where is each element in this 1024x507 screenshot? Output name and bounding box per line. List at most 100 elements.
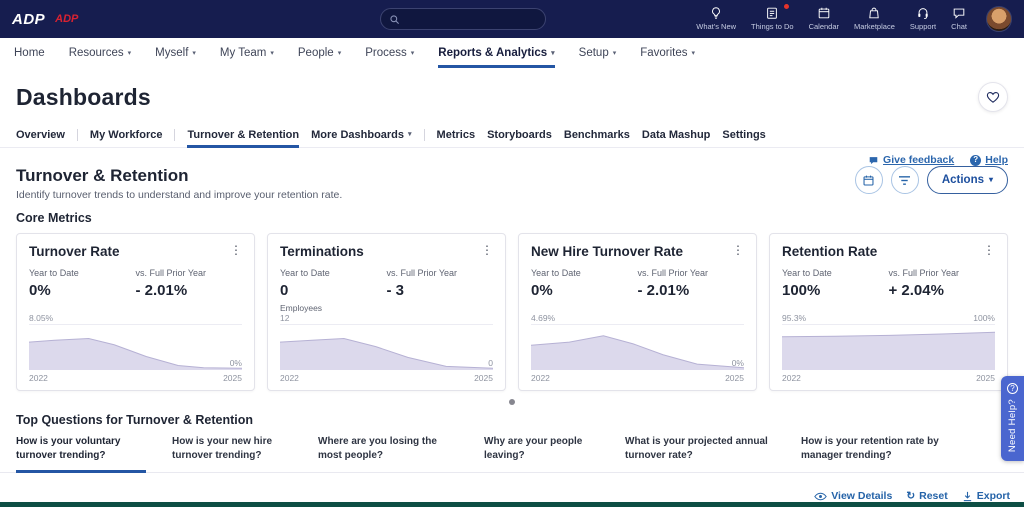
nav-item-myself[interactable]: Myself▾ [155, 38, 196, 68]
tab-metrics[interactable]: Metrics [437, 122, 476, 147]
metric-label: vs. Full Prior Year [387, 268, 494, 278]
metric-value: 0% [29, 282, 136, 299]
main-nav: Home Resources▾ Myself▾ My Team▾ People▾… [0, 38, 1024, 68]
tab-benchmarks[interactable]: Benchmarks [564, 122, 630, 147]
nav-item-favorites[interactable]: Favorites▾ [640, 38, 695, 68]
support-button[interactable]: Support [910, 6, 936, 31]
metric-label: vs. Full Prior Year [136, 268, 243, 278]
tab-more-dashboards[interactable]: More Dashboards▾ [311, 122, 411, 147]
global-search[interactable] [380, 8, 546, 30]
actions-button[interactable]: Actions ▾ [927, 166, 1008, 194]
top-item-label: What's New [696, 22, 736, 31]
chevron-down-icon: ▾ [411, 50, 415, 57]
nav-item-setup[interactable]: Setup▾ [579, 38, 617, 68]
top-item-label: Chat [951, 22, 967, 31]
filter-button[interactable] [891, 166, 919, 194]
question-tab-people-leaving[interactable]: Why are your people leaving? [484, 435, 599, 472]
kebab-menu-icon[interactable]: ⋮ [732, 244, 744, 256]
nav-label: My Team [220, 47, 266, 59]
card-title: Retention Rate [782, 244, 877, 259]
nav-label: Reports & Analytics [438, 47, 547, 59]
need-help-label: Need Help? [1007, 399, 1018, 452]
nav-item-people[interactable]: People ▾ [298, 38, 341, 68]
tab-settings[interactable]: Settings [722, 122, 765, 147]
question-tabs: How is your voluntary turnover trending?… [0, 435, 1024, 473]
kebab-menu-icon[interactable]: ⋮ [481, 244, 493, 256]
tab-storyboards[interactable]: Storyboards [487, 122, 552, 147]
top-item-label: Things to Do [751, 22, 794, 31]
nav-item-my-team[interactable]: My Team▾ [220, 38, 274, 68]
export-link[interactable]: Export [962, 490, 1010, 502]
chart-max-label: 95.3% [782, 313, 806, 323]
trend-area-chart: 0% [531, 324, 744, 370]
section-controls: Actions ▾ [855, 166, 1008, 194]
question-tab-new-hire-turnover[interactable]: How is your new hire turnover trending? [172, 435, 292, 472]
marketplace-button[interactable]: Marketplace [854, 6, 895, 31]
help-link[interactable]: ? Help [970, 154, 1008, 166]
chart-max-label: 12 [280, 313, 289, 323]
question-mark-icon: ? [1007, 383, 1018, 394]
heart-icon [985, 89, 1001, 105]
tab-label: Metrics [437, 129, 476, 141]
question-tab-projected-turnover[interactable]: What is your projected annual turnover r… [625, 435, 775, 472]
calendar-button[interactable]: Calendar [809, 6, 839, 31]
chevron-down-icon: ▾ [613, 50, 617, 57]
tab-separator [174, 129, 175, 141]
carousel-dot[interactable] [509, 399, 515, 405]
page-title: Dashboards [16, 84, 151, 111]
notification-badge [783, 3, 790, 10]
card-title: New Hire Turnover Rate [531, 244, 683, 259]
metric-label: vs. Full Prior Year [889, 268, 996, 278]
metric-value: - 2.01% [638, 282, 745, 299]
chevron-down-icon: ▾ [128, 50, 132, 57]
nav-label: People [298, 47, 334, 59]
tab-label: Storyboards [487, 129, 552, 141]
link-label: View Details [831, 490, 892, 502]
kebab-menu-icon[interactable]: ⋮ [983, 244, 995, 256]
chat-button[interactable]: Chat [951, 6, 967, 31]
metric-value: - 3 [387, 282, 494, 299]
tab-label: Benchmarks [564, 129, 630, 141]
adp-logo: ADP [12, 11, 45, 28]
chevron-down-icon: ▾ [338, 50, 342, 57]
eye-icon [814, 492, 827, 501]
give-feedback-link[interactable]: Give feedback [868, 154, 954, 166]
nav-item-reports-analytics[interactable]: Reports & Analytics ▾ [438, 38, 554, 68]
search-icon [389, 14, 400, 25]
tab-turnover-retention[interactable]: Turnover & Retention [187, 122, 299, 147]
bottom-edge [0, 502, 1024, 507]
chart-unit-label: Employees [280, 303, 493, 313]
tab-label: Turnover & Retention [187, 129, 299, 141]
nav-item-home[interactable]: Home [14, 38, 45, 68]
things-to-do-button[interactable]: Things to Do [751, 6, 794, 31]
chevron-down-icon: ▾ [692, 50, 696, 57]
nav-item-process[interactable]: Process▾ [365, 38, 414, 68]
metric-value: 0% [531, 282, 638, 299]
tab-overview[interactable]: Overview [16, 122, 65, 147]
tab-my-workforce[interactable]: My Workforce [90, 122, 163, 147]
reset-icon: ↻ [906, 490, 915, 502]
date-range-button[interactable] [855, 166, 883, 194]
chevron-down-icon: ▾ [551, 50, 555, 57]
favorite-button[interactable] [978, 82, 1008, 112]
kebab-menu-icon[interactable]: ⋮ [230, 244, 242, 256]
nav-label: Home [14, 47, 45, 59]
question-tab-losing-people[interactable]: Where are you losing the most people? [318, 435, 458, 472]
question-tab-retention-by-manager[interactable]: How is your retention rate by manager tr… [801, 435, 961, 472]
page-header: Dashboards [0, 68, 1024, 122]
whats-new-button[interactable]: What's New [696, 6, 736, 31]
tab-data-mashup[interactable]: Data Mashup [642, 122, 710, 147]
metric-card-new-hire-turnover: New Hire Turnover Rate ⋮ Year to Date0% … [518, 233, 757, 391]
nav-label: Myself [155, 47, 188, 59]
top-item-label: Support [910, 22, 936, 31]
need-help-tab[interactable]: ? Need Help? [1001, 376, 1024, 461]
profile-avatar[interactable] [986, 6, 1012, 32]
search-input[interactable] [405, 14, 537, 25]
question-tab-voluntary-turnover[interactable]: How is your voluntary turnover trending? [16, 435, 146, 472]
reset-link[interactable]: ↻ Reset [906, 490, 947, 502]
nav-item-resources[interactable]: Resources▾ [69, 38, 131, 68]
chart-year-end: 2025 [223, 373, 242, 383]
feedback-row: Give feedback ? Help [0, 148, 1024, 166]
chart-end-label: 0 [488, 358, 493, 368]
view-details-link[interactable]: View Details [814, 490, 892, 502]
